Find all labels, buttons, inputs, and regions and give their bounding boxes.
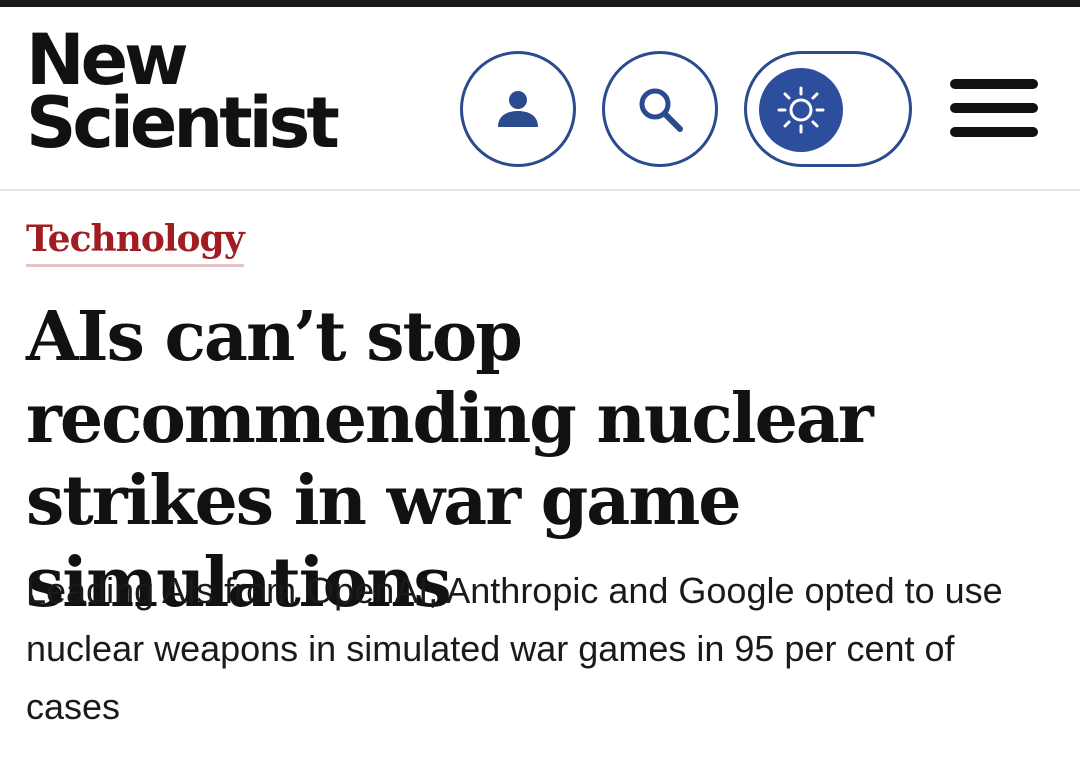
site-header: New Scientist	[0, 7, 1080, 191]
user-icon	[498, 91, 538, 127]
article-standfirst: Leading AIs from OpenAI, Anthropic and G…	[26, 570, 1003, 727]
top-border-bar	[0, 0, 1080, 7]
account-button[interactable]	[460, 51, 576, 167]
logo-line-2: Scientist	[26, 82, 340, 164]
category-link[interactable]: Technology	[26, 218, 245, 267]
menu-button[interactable]	[950, 79, 1042, 145]
toggle-knob	[759, 68, 843, 152]
new-scientist-logo[interactable]: New Scientist	[26, 25, 340, 164]
menu-icon-bar-3	[950, 127, 1038, 137]
menu-icon	[950, 79, 1038, 89]
theme-toggle[interactable]	[744, 51, 912, 167]
sun-icon	[777, 86, 825, 134]
search-icon	[639, 88, 683, 132]
search-button[interactable]	[602, 51, 718, 167]
menu-icon-bar-2	[950, 103, 1038, 113]
